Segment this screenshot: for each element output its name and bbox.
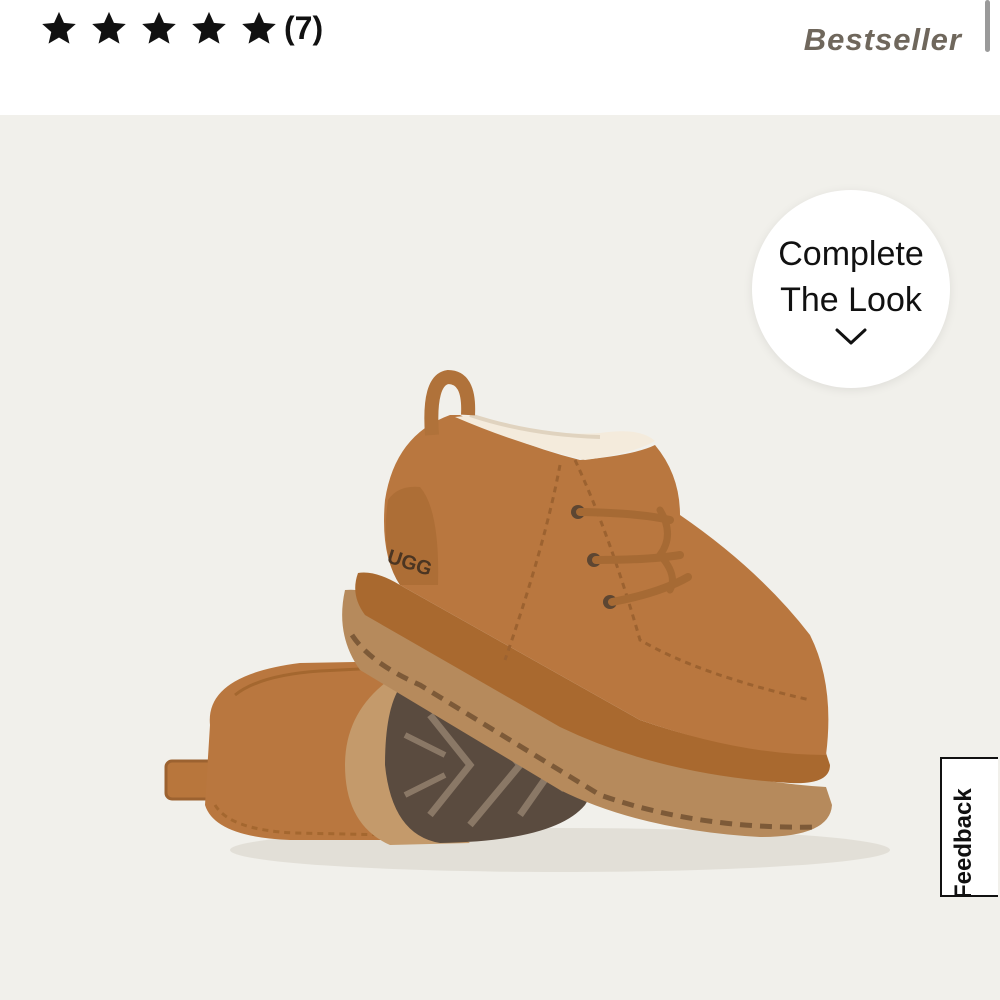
review-count[interactable]: (7): [284, 10, 323, 47]
product-page: (7) Bestseller UGG Complete The Look Fee…: [0, 0, 1000, 1000]
product-media: UGG Complete The Look: [0, 115, 1000, 1000]
star-icon: [190, 9, 228, 47]
chevron-down-icon: [834, 327, 868, 347]
scrollbar-thumb[interactable]: [985, 0, 990, 52]
star-icon: [90, 9, 128, 47]
feedback-label: Feedback: [950, 788, 977, 897]
bestseller-badge: Bestseller: [803, 22, 962, 57]
complete-the-look-button[interactable]: Complete The Look: [752, 190, 950, 388]
star-icon: [40, 9, 78, 47]
complete-look-line2: The Look: [780, 281, 922, 319]
star-icon: [140, 9, 178, 47]
star-icon: [240, 9, 278, 47]
product-header: (7) Bestseller: [0, 0, 1000, 115]
complete-look-line1: Complete: [778, 235, 924, 273]
feedback-tab[interactable]: Feedback: [940, 757, 998, 897]
rating-stars[interactable]: (7): [40, 6, 323, 50]
